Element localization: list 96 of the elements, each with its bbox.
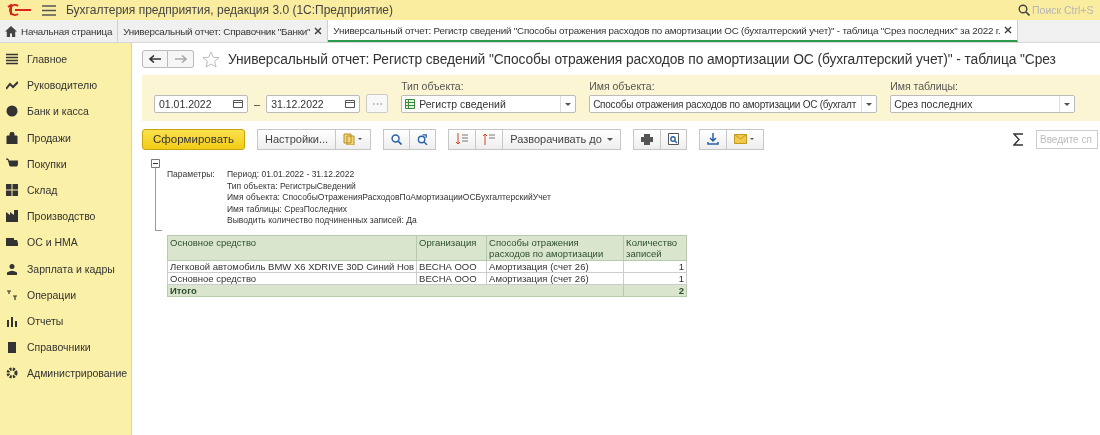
dropdown-icon[interactable] — [1064, 102, 1071, 106]
sidebar-item[interactable]: Банк и касса — [0, 98, 131, 125]
sidebar-item[interactable]: Справочники — [0, 334, 131, 361]
parameter-line: Имя объекта: СпособыОтраженияРасходовПоАмортизацииОСБухгалтерскийУчет — [227, 192, 551, 202]
section-icon — [6, 79, 18, 92]
table-cell: Легковой автомобиль BMW X6 XDRIVE 30D Синий Нов — [167, 260, 417, 273]
column-header: Количество записей — [623, 235, 687, 261]
section-icon — [6, 210, 18, 223]
date-field[interactable]: 01.01.2022 — [154, 94, 248, 113]
section-icon — [6, 157, 18, 170]
section-icon — [6, 236, 18, 249]
sidebar-item[interactable]: Склад — [0, 176, 131, 204]
send-button[interactable] — [726, 128, 764, 150]
expand-to-button[interactable]: Разворачивать до — [503, 128, 621, 150]
dropdown-icon[interactable] — [866, 102, 873, 106]
forward-arrow-icon — [174, 55, 187, 63]
search-field[interactable]: Введите сп — [1036, 129, 1098, 149]
menu-icon[interactable] — [42, 4, 56, 16]
section-icon — [6, 131, 18, 144]
preview-button[interactable] — [660, 128, 687, 150]
section-icon — [6, 288, 18, 301]
section-icon — [6, 184, 18, 197]
save-button[interactable] — [698, 128, 727, 150]
section-icon — [6, 105, 18, 118]
select-field[interactable]: Регистр сведений — [401, 95, 577, 113]
star-icon[interactable] — [202, 50, 220, 68]
table-cell: 1 — [623, 272, 687, 285]
table-cell: Амортизация (счет 26) — [486, 260, 624, 273]
sidebar-item[interactable]: Администрирование — [0, 360, 131, 387]
settings-button[interactable]: Настройки... — [257, 128, 337, 150]
table-icon — [405, 99, 416, 109]
column-header: Способы отражения расходов по амортизации — [486, 235, 624, 261]
parameter-line: Выводить количество подчиненных записей: Да — [227, 215, 418, 225]
dropdown-icon[interactable] — [565, 102, 572, 106]
find-next-button[interactable] — [410, 128, 437, 150]
sidebar-item[interactable]: Операции — [0, 281, 131, 308]
page-magnifier-icon — [667, 133, 679, 145]
back-button[interactable] — [142, 50, 168, 68]
table-cell: Амортизация (счет 26) — [486, 272, 624, 285]
table-cell: ВЕСНА ООО — [416, 272, 487, 285]
find-button[interactable] — [383, 128, 411, 150]
section-icon — [6, 262, 18, 275]
sidebar-item[interactable]: Производство — [0, 203, 131, 230]
collapse-icon[interactable] — [151, 159, 160, 168]
date-field[interactable]: 31.12.2022 — [266, 94, 361, 113]
column-header: Организация — [416, 235, 487, 261]
logo-icon — [6, 4, 32, 16]
table-cell: 1 — [623, 260, 687, 273]
sidebar-item[interactable]: Продажи — [0, 124, 131, 151]
column-header: Основное средство — [167, 235, 417, 261]
sidebar-item[interactable]: Главное — [0, 46, 131, 73]
sort-down-icon — [456, 133, 469, 145]
calendar-icon[interactable] — [233, 99, 243, 108]
sort-up-icon — [483, 133, 496, 145]
close-icon[interactable] — [1004, 26, 1013, 34]
sidebar-item[interactable]: ОС и НМА — [0, 229, 131, 256]
section-icon — [6, 341, 18, 354]
sidebar-item[interactable]: Зарплата и кадры — [0, 255, 131, 282]
dropdown-icon — [606, 137, 613, 141]
envelope-icon — [733, 134, 756, 144]
section-icon — [6, 314, 18, 327]
search-field[interactable]: Поиск Ctrl+S — [1018, 4, 1100, 16]
home-icon — [5, 25, 17, 37]
search-icon — [1018, 4, 1030, 16]
parameters-label: Параметры: — [167, 169, 216, 181]
sidebar-item[interactable]: Покупки — [0, 150, 131, 177]
download-icon — [706, 133, 719, 145]
parameter-line: Период: 01.01.2022 - 31.12.2022 — [227, 169, 356, 179]
field-label: Имя таблицы: — [890, 80, 960, 92]
field-label: Имя объекта: — [589, 80, 656, 92]
group-bracket — [155, 168, 162, 231]
app-title: Бухгалтерия предприятия, редакция 3.0 (1С:Предприятие) — [66, 3, 395, 17]
sidebar-item[interactable]: Отчеты — [0, 307, 131, 335]
calendar-icon[interactable] — [345, 99, 356, 108]
tab[interactable]: Универсальный отчет: Регистр сведений "Способы отражения расходов по амортизации ОС (бухгалтерский учет)" - таблица "Срез последних" за 2022 г. — [328, 20, 1019, 42]
search-refresh-icon — [417, 133, 429, 145]
section-icon — [6, 53, 18, 66]
table-cell: Основное средство — [167, 272, 417, 285]
generate-button[interactable]: Сформировать — [142, 128, 246, 150]
select-field[interactable]: Способы отражения расходов по амортизации ОС (бухгалт — [589, 95, 878, 113]
period-separator: – — [254, 97, 261, 110]
back-arrow-icon — [149, 55, 161, 63]
parameter-line: Имя таблицы: СрезПоследних — [227, 203, 348, 214]
select-field[interactable]: Срез последних — [890, 95, 1076, 113]
search-icon — [391, 133, 403, 145]
print-button[interactable] — [632, 128, 661, 150]
table-cell: ВЕСНА ООО — [416, 260, 487, 273]
ellipsis-icon — [372, 102, 382, 105]
documents-icon — [343, 133, 364, 145]
report-title: Универсальный отчет: Регистр сведений "Способы отражения расходов по амортизации ОС (бухгалтерский учет)" - таблица "Срез — [228, 51, 1056, 67]
sum-icon[interactable] — [1013, 132, 1024, 146]
parameter-line: Тип объекта: РегистрыСведений — [227, 180, 357, 191]
section-icon — [6, 367, 18, 380]
field-label: Тип объекта: — [401, 80, 465, 92]
sidebar-item[interactable]: Руководителю — [0, 72, 131, 99]
close-icon[interactable] — [314, 27, 323, 35]
